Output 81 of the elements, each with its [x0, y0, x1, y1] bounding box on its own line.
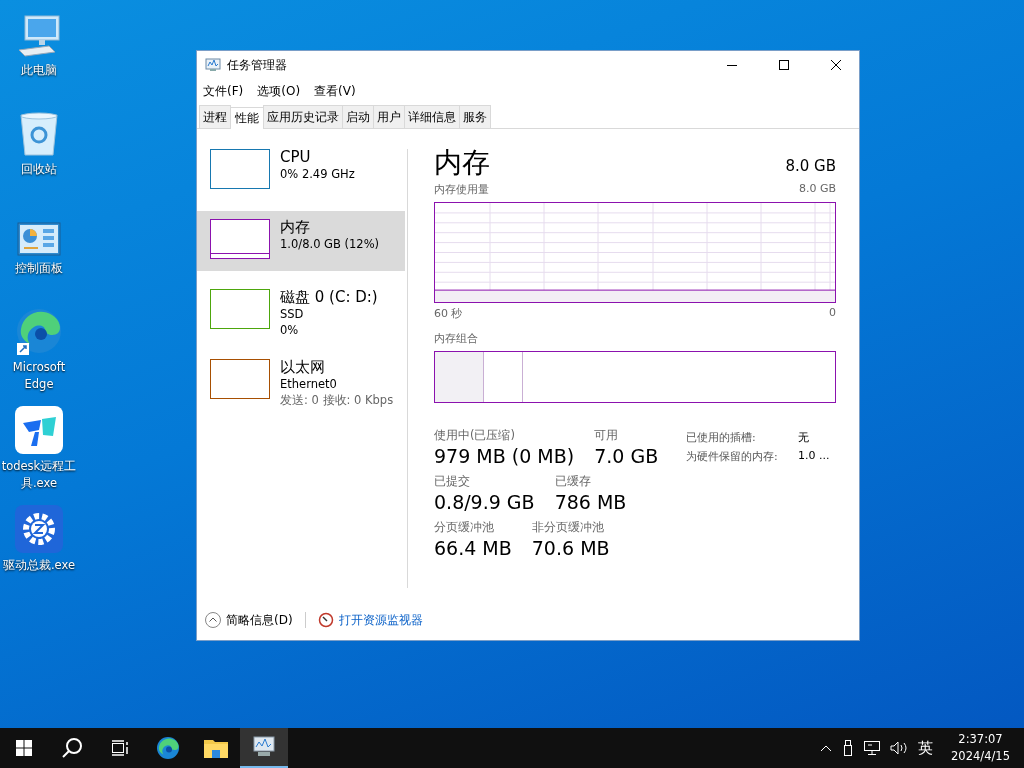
menu-item[interactable]: 文件(F) — [203, 82, 251, 100]
stat-value: 7.0 GB — [594, 444, 659, 469]
clock[interactable]: 2:37:07 2024/4/15 — [943, 731, 1018, 765]
panel-title: 内存 — [434, 147, 490, 179]
desktop-icon-label[interactable]: 回收站 — [1, 161, 77, 178]
stat-label: 为硬件保留的内存: — [686, 449, 779, 464]
stat-label: 分页缓冲池 — [434, 520, 495, 535]
maximize-icon — [779, 60, 789, 70]
volume-icon[interactable] — [890, 741, 909, 755]
todesk-icon — [15, 406, 63, 454]
stat-value: 66.4 MB — [434, 536, 512, 561]
edge-icon — [15, 307, 63, 355]
stat-label: 已提交 — [434, 474, 471, 489]
stat-value: 0.8/9.9 GB — [434, 490, 535, 515]
resource-name: 磁盘 0 (C: D:) — [280, 289, 378, 306]
tab[interactable]: 详细信息 — [404, 105, 460, 128]
resource-name: 以太网 — [280, 359, 326, 376]
stat-value: 786 MB — [554, 490, 627, 515]
desktop-icon-label[interactable]: 控制面板 — [1, 260, 77, 277]
total-memory: 8.0 GB — [785, 157, 836, 177]
axis-label: 60 秒 — [434, 306, 463, 321]
desktop-icon-label[interactable]: Microsoft Edge — [1, 359, 77, 393]
gauge-icon — [317, 612, 334, 628]
stat-value: 无 — [798, 430, 811, 445]
resource-reading: 0% 2.49 GHz — [280, 166, 355, 182]
axis-label: 0 — [829, 306, 836, 321]
edge-icon[interactable] — [156, 736, 180, 760]
tab[interactable]: 性能 — [230, 107, 264, 129]
task-manager-icon[interactable] — [252, 736, 276, 758]
input-method-indicator[interactable]: 英 — [918, 738, 934, 758]
resource-item[interactable]: 内存 1.0/8.0 GB (12%) — [197, 211, 405, 271]
taskbar-button[interactable] — [240, 728, 288, 768]
stat-value: 1.0 ... — [798, 449, 831, 464]
resource-monitor-link[interactable]: 打开资源监视器 — [317, 611, 423, 629]
graph-max-label: 8.0 GB — [798, 182, 836, 197]
network-icon[interactable] — [864, 741, 881, 755]
tab[interactable]: 进程 — [199, 105, 231, 128]
resource-reading: 0% — [280, 322, 300, 338]
tab[interactable]: 应用历史记录 — [263, 105, 343, 128]
tab[interactable]: 启动 — [342, 105, 374, 128]
desktop-icon-label[interactable]: todesk远程工具.exe — [1, 458, 77, 492]
menu-item[interactable]: 查看(V) — [314, 82, 363, 100]
desktop-icon-label[interactable]: 驱动总裁.exe — [1, 557, 77, 574]
window-title: 任务管理器 — [227, 56, 287, 74]
resource-reading: 发送: 0 接收: 0 Kbps — [280, 392, 394, 408]
control-panel-icon — [17, 222, 61, 256]
clock-date: 2024/4/15 — [951, 748, 1010, 765]
task-view-icon[interactable] — [111, 740, 129, 756]
stat-label: 非分页缓冲池 — [531, 520, 605, 535]
resource-item[interactable]: CPU 0% 2.49 GHz — [197, 141, 405, 201]
stat-label: 使用中(已压缩) — [434, 428, 516, 443]
windows-start-icon[interactable] — [16, 740, 32, 756]
chevron-up-icon — [205, 612, 221, 628]
chevron-up-icon[interactable] — [820, 744, 833, 752]
resource-item[interactable]: 以太网 Ethernet0 发送: 0 接收: 0 Kbps — [197, 351, 405, 411]
stat-value: 979 MB (0 MB) — [434, 444, 575, 469]
resource-reading: 1.0/8.0 GB (12%) — [280, 236, 380, 252]
clock-time: 2:37:07 — [958, 731, 1003, 748]
recycle-bin-icon — [19, 111, 59, 157]
resource-reading: SSD — [280, 306, 305, 322]
resource-name: CPU — [280, 149, 312, 166]
tab[interactable]: 服务 — [459, 105, 491, 128]
fewer-details-button[interactable]: 简略信息(D) — [205, 611, 293, 629]
graph-label: 内存使用量 — [434, 182, 489, 197]
resource-reading: Ethernet0 — [280, 376, 338, 392]
menu-item[interactable]: 选项(O) — [257, 82, 308, 100]
folder-icon[interactable] — [204, 738, 228, 758]
resource-name: 内存 — [280, 219, 311, 236]
task-manager-icon — [205, 58, 221, 72]
search-icon[interactable] — [61, 737, 83, 759]
stat-label: 已缓存 — [554, 474, 592, 489]
desktop-icon-label[interactable]: 此电脑 — [1, 62, 77, 79]
resource-item[interactable]: 磁盘 0 (C: D:) SSD 0% — [197, 281, 405, 341]
usb-drive-icon[interactable] — [842, 740, 855, 756]
stat-label: 已使用的插槽: — [686, 430, 757, 445]
tab[interactable]: 用户 — [373, 105, 405, 128]
stat-label: 可用 — [594, 428, 620, 443]
close-icon — [831, 60, 841, 70]
stat-value: 70.6 MB — [531, 536, 610, 561]
graph-label: 内存组合 — [434, 331, 479, 346]
gear-icon — [15, 505, 63, 553]
